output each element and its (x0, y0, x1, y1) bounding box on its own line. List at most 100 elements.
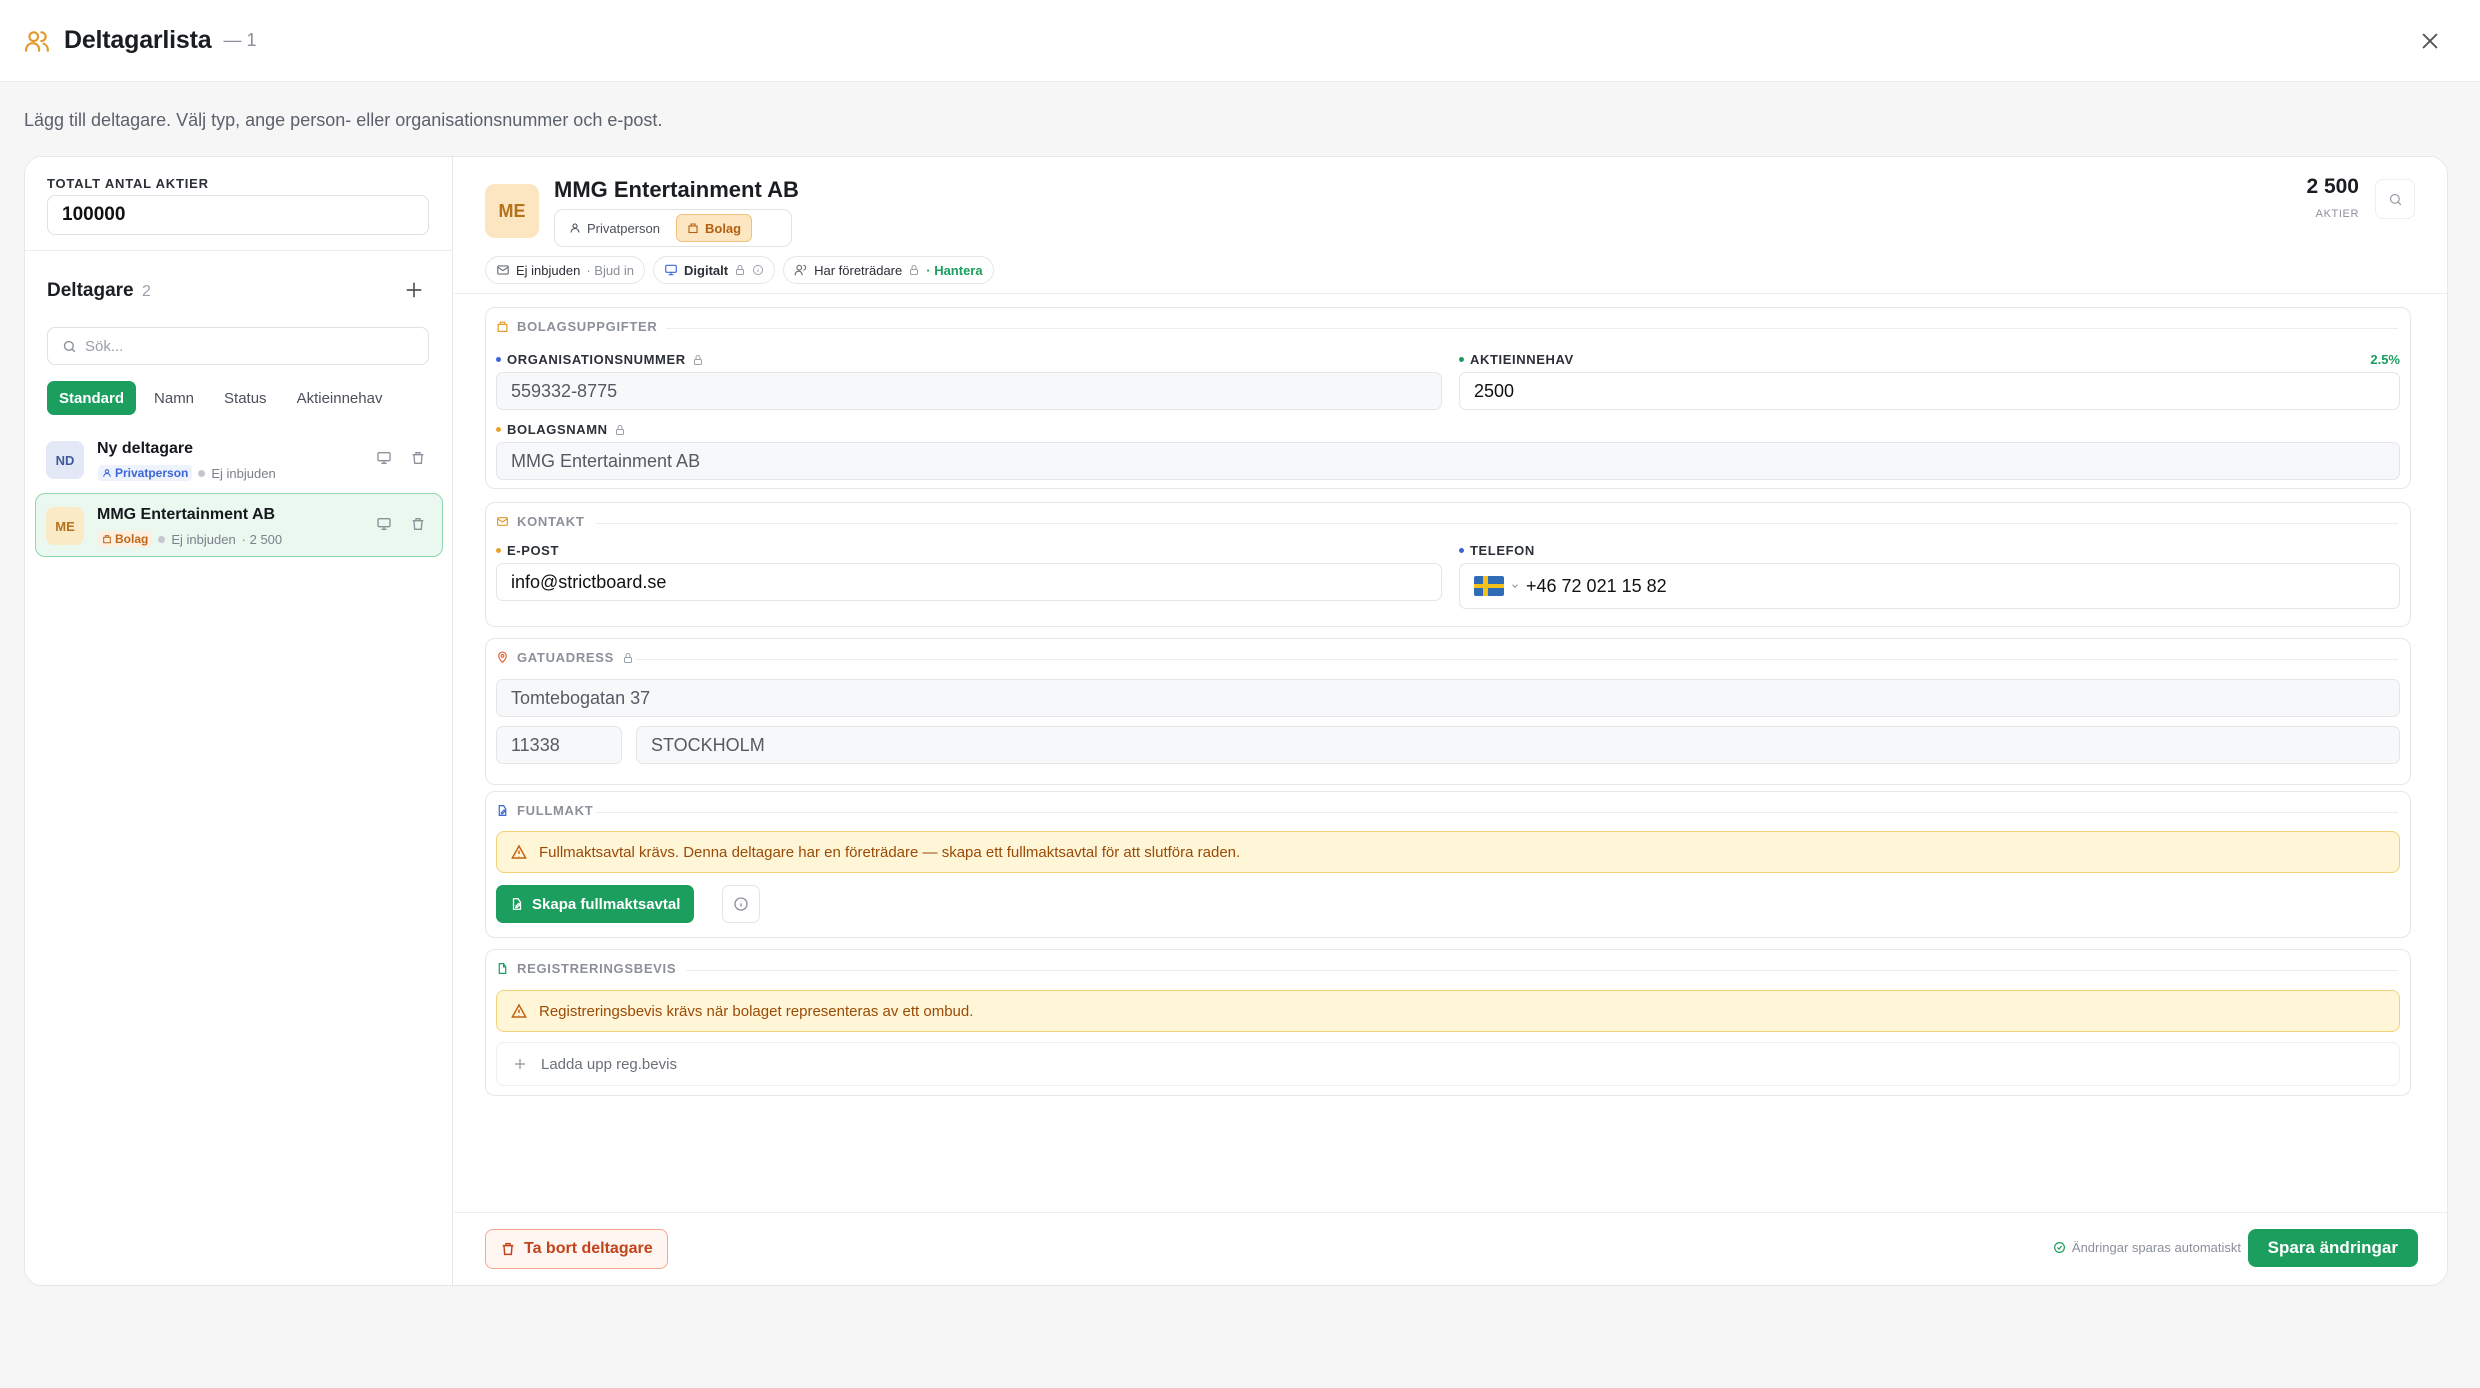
type-option-company[interactable]: Bolag (675, 214, 753, 242)
search-input[interactable]: Sök... (47, 327, 429, 365)
sort-tab-shares[interactable]: Aktieinnehav (285, 381, 395, 415)
lock-icon (693, 354, 702, 365)
row-actions (376, 516, 426, 532)
divider (454, 293, 2447, 294)
participant-type-toggle: Privatperson Bolag (554, 209, 792, 247)
status-chips: Ej inbjuden · Bjud in Digitalt Har föret… (485, 256, 994, 284)
phone-label: TELEFON (1459, 543, 1535, 558)
contact-section: KONTAKT E-POST info@strictboard.se TELEF… (485, 502, 2411, 627)
company-name-field[interactable]: MMG Entertainment AB (496, 442, 2400, 480)
participants-heading: Deltagare (47, 280, 134, 301)
invite-chip[interactable]: Ej inbjuden · Bjud in (485, 256, 646, 284)
search-placeholder: Sök... (85, 337, 124, 355)
lock-icon (910, 265, 919, 275)
trash-icon[interactable] (410, 516, 426, 532)
shares-label: AKTIER (2315, 208, 2359, 220)
zip-field[interactable]: 11338 (496, 726, 622, 764)
registration-warning: Registreringsbevis krävs när bolaget rep… (496, 990, 2400, 1032)
person-icon (103, 469, 111, 477)
building-icon (688, 223, 698, 234)
monitor-icon[interactable] (376, 516, 392, 532)
page-title-count: — 1 (223, 30, 257, 50)
file-edit-icon (498, 805, 507, 816)
info-icon[interactable] (722, 885, 760, 923)
participants-sidebar: TOTALT ANTAL AKTIER 100000 Deltagare 2 S… (25, 157, 453, 1285)
holding-percent: 2.5% (2370, 352, 2400, 367)
list-item[interactable]: ME MMG Entertainment AB Bolag Ej inbjude… (35, 493, 443, 557)
sweden-flag-icon[interactable] (1474, 576, 1504, 596)
trash-icon[interactable] (410, 450, 426, 466)
poa-warning: Fullmaktsavtal krävs. Denna deltagare ha… (496, 831, 2400, 873)
status-text: Ej inbjuden (211, 465, 276, 481)
poa-section: FULLMAKT Fullmaktsavtal krävs. Denna del… (485, 791, 2411, 938)
phone-field[interactable]: +46 72 021 15 82 (1459, 563, 2400, 609)
section-title: BOLAGSUPPGIFTER (496, 319, 658, 334)
type-option-private[interactable]: Privatperson (559, 214, 670, 242)
participant-meta: Privatperson Ej inbjuden (98, 465, 276, 481)
monitor-icon[interactable] (376, 450, 392, 466)
participant-meta: Bolag Ej inbjuden · 2 500 (98, 531, 282, 547)
file-edit-icon (512, 898, 522, 910)
search-icon (63, 340, 76, 352)
remove-participant-button[interactable]: Ta bort deltagare (485, 1229, 668, 1269)
mail-icon (497, 517, 508, 526)
trash-icon (502, 1242, 514, 1256)
create-poa-button[interactable]: Skapa fullmaktsavtal (496, 885, 695, 923)
shares-value: 2 500 (2306, 175, 2359, 198)
street-field[interactable]: Tomtebogatan 37 (496, 679, 2400, 717)
participant-title: MMG Entertainment AB (554, 177, 799, 202)
chevron-down-icon (1512, 584, 1518, 588)
participant-detail: ME MMG Entertainment AB Privatperson Bol… (454, 157, 2447, 1285)
lock-icon (615, 424, 624, 435)
sort-tab-name[interactable]: Namn (142, 381, 206, 415)
total-shares-input[interactable]: 100000 (47, 195, 429, 235)
type-tag: Privatperson (98, 465, 193, 481)
city-field[interactable]: STOCKHOLM (636, 726, 2400, 764)
plus-icon (514, 1058, 526, 1070)
avatar: ND (46, 441, 84, 479)
map-pin-icon (498, 651, 507, 664)
save-button[interactable]: Spara ändringar (2247, 1229, 2418, 1267)
list-item[interactable]: ND Ny deltagare Privatperson Ej inbjuden (35, 427, 443, 491)
address-section: GATUADRESS Tomtebogatan 37 11338 STOCKHO… (485, 638, 2411, 785)
warning-icon (511, 1003, 527, 1018)
sort-tab-standard[interactable]: Standard (47, 381, 137, 415)
participant-name: MMG Entertainment AB (97, 506, 276, 523)
mail-icon (497, 265, 509, 275)
warning-icon (511, 844, 527, 859)
section-title: FULLMAKT (496, 803, 593, 818)
sort-tab-status[interactable]: Status (212, 381, 279, 415)
org-number-label: ORGANISATIONSNUMMER (496, 352, 704, 367)
avatar: ME (46, 507, 84, 545)
add-participant-button[interactable] (399, 275, 429, 305)
upload-registration-button[interactable]: Ladda upp reg.bevis (496, 1042, 2400, 1086)
section-title: GATUADRESS (496, 650, 634, 665)
users-icon (24, 27, 52, 55)
section-title: REGISTRERINGSBEVIS (496, 961, 676, 976)
info-icon (753, 265, 764, 275)
participants-card: TOTALT ANTAL AKTIER 100000 Deltagare 2 S… (24, 156, 2448, 1286)
lock-icon (736, 265, 745, 275)
page-title: Deltagarlista (64, 26, 212, 54)
channel-chip[interactable]: Digitalt (653, 256, 776, 284)
email-label: E-POST (496, 543, 559, 558)
holding-field[interactable]: 2500 (1459, 372, 2400, 410)
company-section: BOLAGSUPPGIFTER ORGANISATIONSNUMMER 5593… (485, 307, 2411, 489)
search-icon[interactable] (2375, 179, 2415, 219)
email-field[interactable]: info@strictboard.se (496, 563, 1442, 601)
monitor-icon (665, 264, 677, 276)
status-dot (158, 535, 166, 543)
building-icon (497, 321, 508, 332)
divider (25, 250, 453, 251)
close-icon[interactable] (2414, 25, 2446, 57)
sort-tabs: Standard Namn Status Aktieinnehav (47, 381, 394, 415)
page-subtitle: Lägg till deltagare. Välj typ, ange pers… (24, 110, 663, 130)
users-icon (794, 264, 807, 276)
type-tag: Bolag (98, 531, 153, 547)
org-number-field[interactable]: 559332-8775 (496, 372, 1442, 410)
representative-chip[interactable]: Har företrädare · Hantera (783, 256, 994, 284)
divider (454, 1212, 2447, 1213)
person-icon (570, 223, 580, 233)
section-title: KONTAKT (496, 514, 584, 529)
status-dot (198, 469, 206, 477)
